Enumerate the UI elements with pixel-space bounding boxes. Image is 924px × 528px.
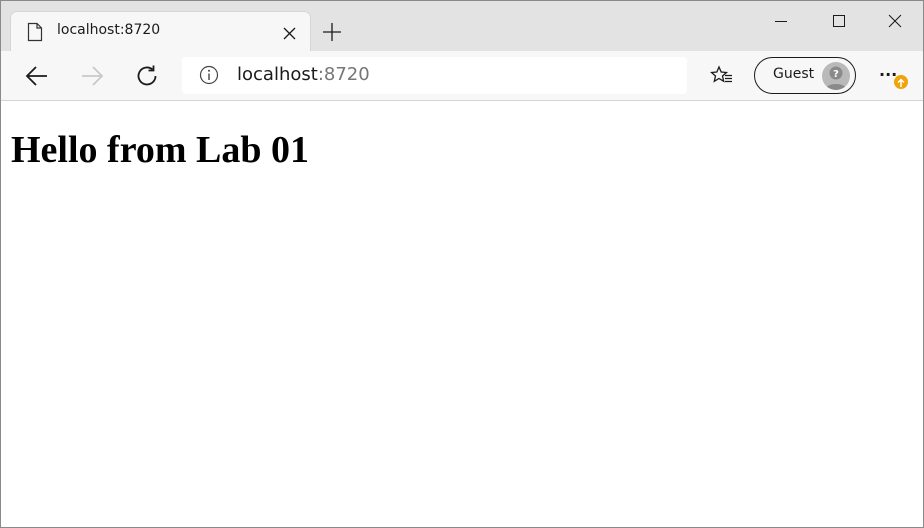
refresh-icon[interactable] [135,64,159,86]
url-host: localhost [237,64,318,85]
info-icon[interactable] [199,65,219,85]
url-text[interactable]: localhost:8720 [237,64,370,85]
minimize-icon[interactable] [774,13,788,27]
new-tab-icon[interactable] [322,22,342,42]
profile-button[interactable]: Guest ? [754,57,856,94]
url-port: :8720 [317,64,370,85]
arrow-left-icon[interactable] [25,65,49,87]
close-icon[interactable] [283,25,296,40]
address-bar[interactable]: localhost:8720 [182,57,687,94]
page-icon [27,22,43,42]
arrow-up-icon [894,75,908,89]
page-viewport: Hello from Lab 01 [1,101,923,527]
page-heading: Hello from Lab 01 [11,129,310,171]
svg-text:?: ? [833,69,839,80]
toolbar: localhost:8720 Guest ? ··· [1,51,923,101]
settings-menu-button[interactable]: ··· [877,63,911,91]
maximize-icon[interactable] [832,13,846,27]
profile-label: Guest [773,66,815,82]
arrow-right-icon[interactable] [80,65,104,87]
window-close-icon[interactable] [888,13,902,28]
browser-window: localhost:8720 localhost:8720 Guest ? ··… [0,0,924,528]
tab-strip: localhost:8720 [1,1,923,51]
avatar-question-icon: ? [822,62,850,90]
tab-title: localhost:8720 [57,22,161,38]
star-list-icon[interactable] [709,64,734,88]
tab-active[interactable]: localhost:8720 [11,12,310,51]
